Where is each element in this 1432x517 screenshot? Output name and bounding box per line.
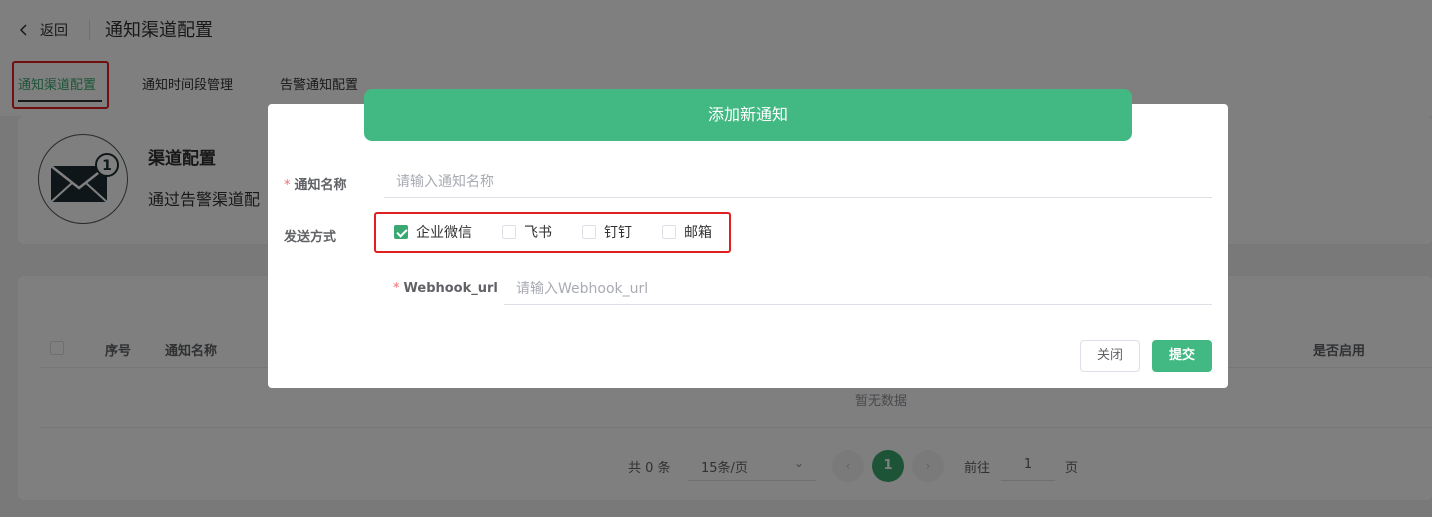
submit-button[interactable]: 提交	[1152, 340, 1212, 372]
highlight-box-methods	[374, 212, 731, 253]
name-input[interactable]	[384, 166, 1212, 198]
close-button[interactable]: 关闭	[1080, 340, 1140, 372]
name-field-label: * 通知名称	[284, 178, 347, 193]
webhook-input[interactable]	[504, 273, 1212, 305]
method-field-label: 发送方式	[284, 230, 337, 245]
dialog-title: 添加新通知	[364, 89, 1132, 141]
webhook-field-label: * Webhook_url	[393, 281, 498, 296]
